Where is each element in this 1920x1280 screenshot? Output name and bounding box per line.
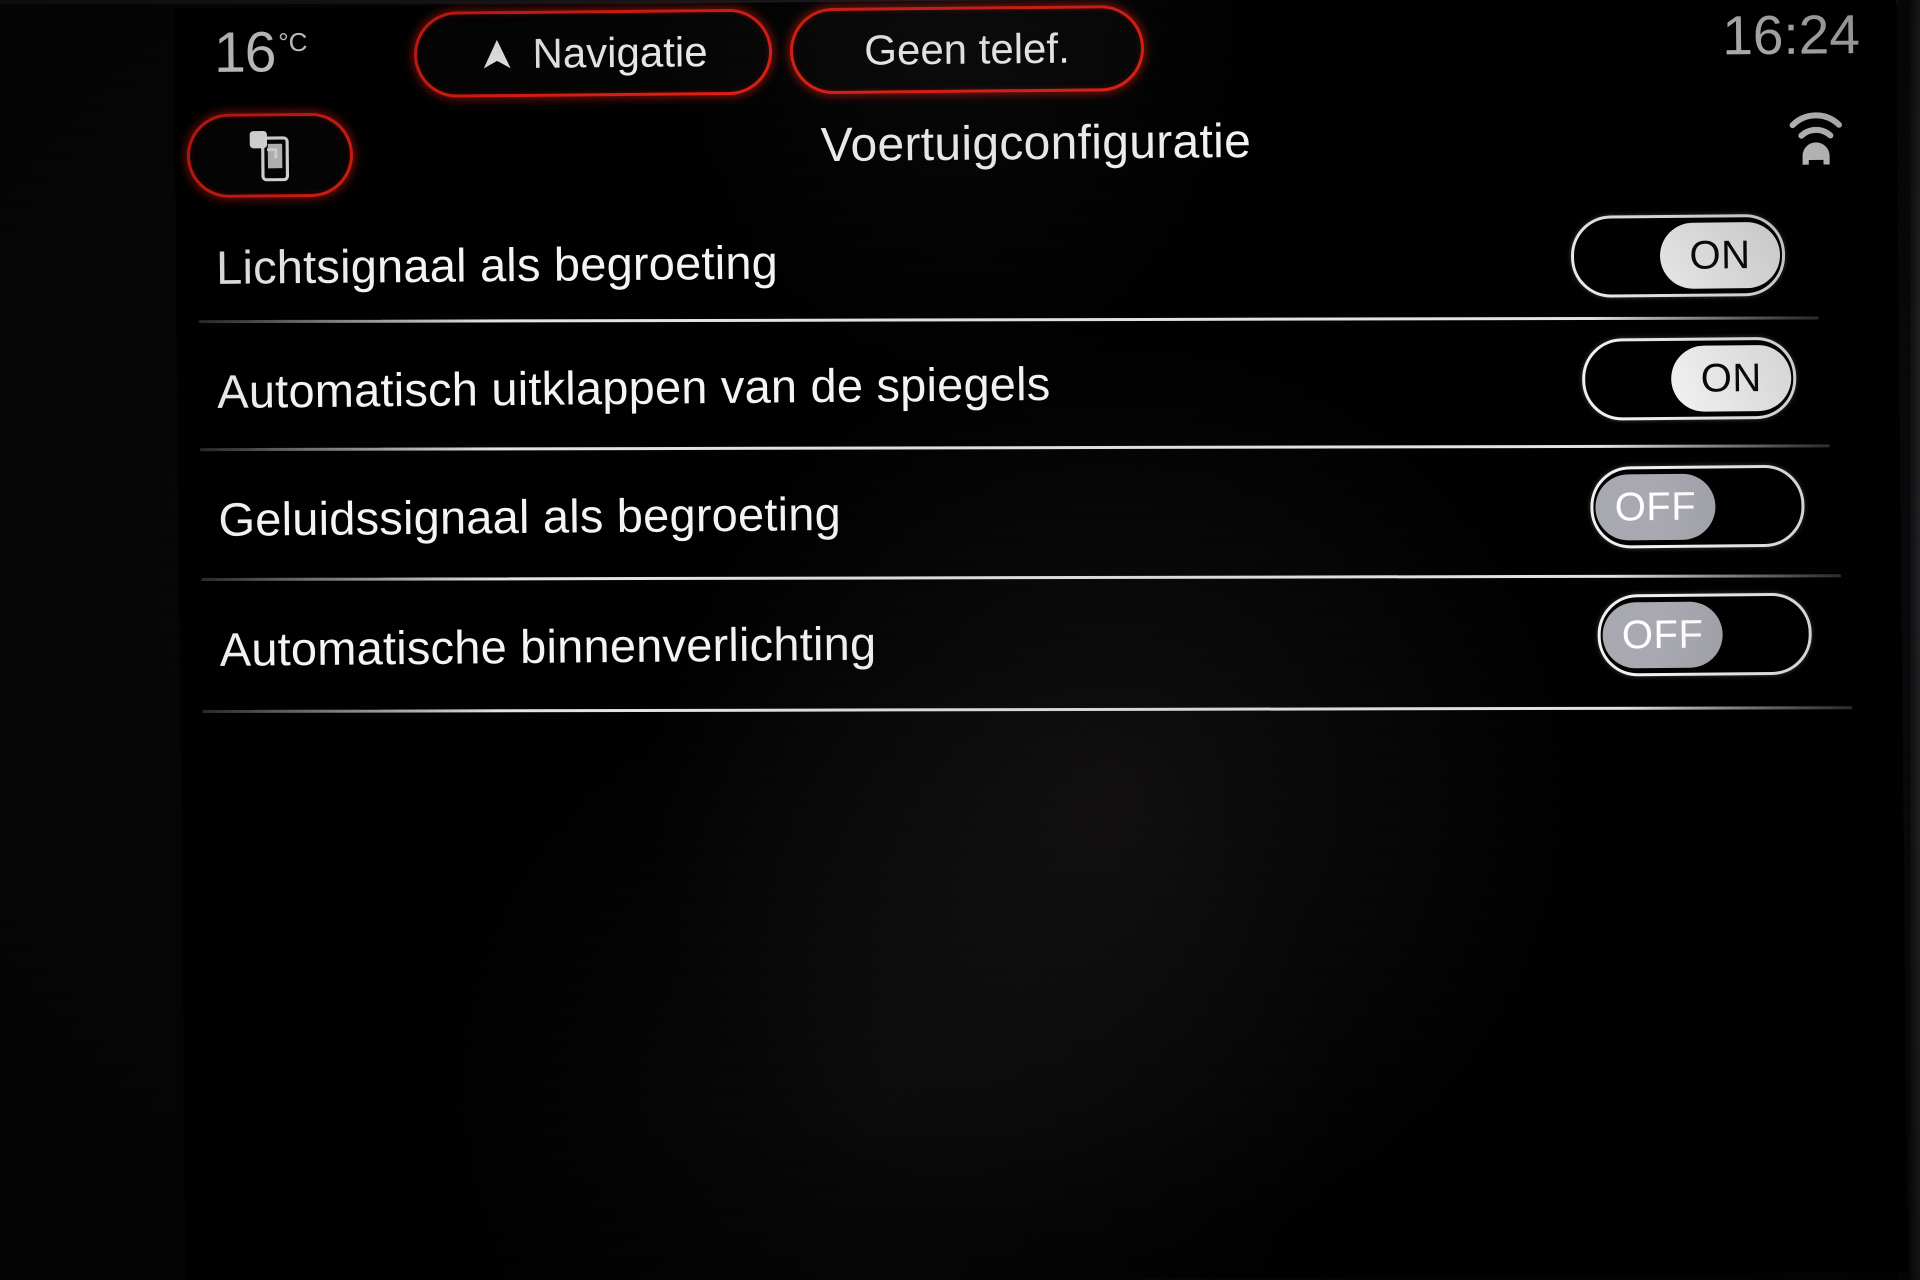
settings-list: Lichtsignaal als begroeting ON Automatis…	[175, 188, 1902, 721]
setting-toggle[interactable]: OFF	[1597, 592, 1813, 677]
setting-label: Geluidssignaal als begroeting	[218, 486, 842, 546]
toggle-state-label: OFF	[1595, 473, 1716, 541]
page-title: Voertuigconfiguratie	[820, 114, 1252, 173]
setting-label: Automatisch uitklappen van de spiegels	[217, 356, 1051, 418]
clock: 16:24	[1721, 3, 1861, 67]
phone-status-label: Geen telef.	[864, 24, 1070, 74]
infotainment-screen-photo: 16°C Navigatie Geen telef. 16:24 Voertui…	[0, 0, 1920, 1280]
toggle-state-label: ON	[1670, 344, 1792, 412]
settings-row[interactable]: Lichtsignaal als begroeting ON	[175, 188, 1898, 331]
settings-row[interactable]: Automatisch uitklappen van de spiegels O…	[177, 314, 1900, 459]
row-separator	[202, 706, 1853, 713]
navigation-arrow-icon	[484, 39, 512, 69]
bezel-right-highlight	[1910, 0, 1920, 1280]
screen-content: 16°C Navigatie Geen telef. 16:24 Voertui…	[173, 0, 1908, 1280]
bezel-left-edge	[0, 0, 176, 1280]
setting-toggle[interactable]: ON	[1570, 213, 1786, 298]
temperature-unit: °C	[278, 26, 308, 58]
phone-status-button[interactable]: Geen telef.	[789, 4, 1145, 95]
outside-temperature: 16°C	[214, 19, 308, 86]
toggle-state-label: ON	[1659, 221, 1781, 290]
temperature-value: 16	[213, 20, 276, 85]
navigation-shortcut-button[interactable]: Navigatie	[413, 8, 773, 98]
setting-label: Lichtsignaal als begroeting	[215, 235, 779, 294]
setting-label: Automatische binnenverlichting	[219, 616, 877, 676]
settings-row[interactable]: Automatische binnenverlichting OFF	[179, 572, 1902, 721]
settings-row[interactable]: Geluidssignaal als begroeting OFF	[178, 442, 1901, 589]
setting-toggle[interactable]: OFF	[1590, 464, 1805, 549]
car-connected-antenna-icon	[1789, 112, 1842, 165]
toggle-state-label: OFF	[1602, 601, 1723, 669]
status-bar: 16°C Navigatie Geen telef. 16:24	[174, 0, 1897, 106]
navigation-shortcut-label: Navigatie	[532, 28, 708, 77]
setting-toggle[interactable]: ON	[1581, 336, 1797, 421]
